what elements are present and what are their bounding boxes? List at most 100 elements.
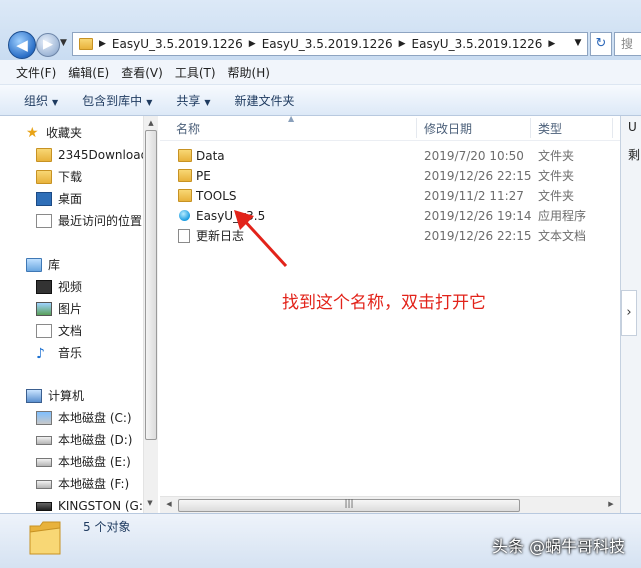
computer-icon [26,389,42,403]
menu-edit[interactable]: 编辑(E) [62,64,115,81]
column-divider[interactable] [530,118,531,138]
column-date[interactable]: 修改日期 [424,120,472,137]
library-icon [26,258,42,272]
nav-item-downloads[interactable]: 下载 [36,167,82,187]
nav-item-drive-g[interactable]: KINGSTON (G:) [36,496,143,513]
nav-item-desktop[interactable]: 桌面 [36,189,82,209]
organize-label: 组织 [24,93,49,108]
chevron-down-icon: ▼ [52,97,59,107]
table-row[interactable]: Data 2019/7/20 10:50 文件夹 [160,146,620,166]
back-button[interactable]: ◀ [8,31,36,59]
chevron-right-icon[interactable]: ▶ [399,39,406,49]
nav-label: 库 [48,258,61,272]
horizontal-scrollbar-thumb[interactable]: ||| [178,499,520,512]
nav-item-drive-c[interactable]: 本地磁盘 (C:) [36,408,132,428]
folder-icon [36,148,52,162]
star-icon: ★ [26,125,39,141]
nav-item-drive-e[interactable]: 本地磁盘 (E:) [36,452,131,472]
nav-item-music[interactable]: ♪ 音乐 [36,343,82,363]
nav-item-recent[interactable]: 最近访问的位置 [36,211,142,231]
menu-help[interactable]: 帮助(H) [222,64,276,81]
file-name: Data [196,149,225,163]
nav-scrollbar-thumb[interactable] [145,130,157,440]
share-button[interactable]: 共享 ▼ [164,92,222,109]
nav-label: 桌面 [58,192,83,206]
nav-label: 本地磁盘 (E:) [58,455,131,469]
menu-bar: 文件(F) 编辑(E) 查看(V) 工具(T) 帮助(H) [0,60,641,85]
nav-favorites[interactable]: ★ 收藏夹 [26,123,82,143]
scroll-right-icon[interactable]: ▶ [604,500,618,508]
details-subtext: 剩 [628,148,641,162]
file-type: 文件夹 [538,189,575,203]
nav-label: 图片 [58,302,83,316]
chevron-right-icon[interactable]: ▶ [99,39,106,49]
scroll-up-icon[interactable]: ▲ [144,119,158,127]
scroll-left-icon[interactable]: ◀ [162,500,176,508]
chevron-down-icon: ▼ [146,97,153,107]
breadcrumb-item[interactable]: EasyU_3.5.2019.1226 [412,37,543,51]
refresh-icon[interactable]: ↻ [590,32,612,56]
forward-button[interactable]: ▶ [36,33,60,57]
nav-item-pictures[interactable]: 图片 [36,299,82,319]
drive-icon [36,479,52,489]
chevron-right-icon[interactable]: ▶ [548,39,555,49]
sort-up-icon: ▲ [288,114,295,123]
nav-library[interactable]: 库 [26,255,60,275]
nav-label: 收藏夹 [46,126,83,140]
nav-item-downloads-2345[interactable]: 2345Downloads [36,145,143,165]
menu-view[interactable]: 查看(V) [115,64,169,81]
nav-item-videos[interactable]: 视频 [36,277,82,297]
breadcrumb-item[interactable]: EasyU_3.5.2019.1226 [262,37,393,51]
column-name[interactable]: 名称 [176,120,200,137]
nav-item-documents[interactable]: 文档 [36,321,82,341]
address-bar[interactable]: ▶ EasyU_3.5.2019.1226 ▶ EasyU_3.5.2019.1… [72,32,588,56]
folder-icon [178,169,192,182]
file-name: TOOLS [196,189,237,203]
pictures-icon [36,302,52,316]
include-library-button[interactable]: 包含到库中 ▼ [70,92,164,109]
annotation-text: 找到这个名称，双击打开它 [282,293,486,313]
folder-icon [178,189,192,202]
nav-label: 文档 [58,324,83,338]
nav-label: 本地磁盘 (F:) [58,477,130,491]
address-dropdown-icon[interactable]: ▼ [570,32,586,54]
nav-label: 计算机 [48,389,85,403]
nav-item-drive-d[interactable]: 本地磁盘 (D:) [36,430,132,450]
nav-label: 本地磁盘 (C:) [58,411,132,425]
navigation-pane: ★ 收藏夹 2345Downloads 下载 桌面 最近访问的位置 库 视频 图… [0,116,143,513]
file-type: 文本文档 [538,229,587,243]
nav-label: KINGSTON (G:) [58,499,143,513]
column-divider[interactable] [612,118,613,138]
organize-button[interactable]: 组织 ▼ [0,92,70,109]
chevron-right-icon[interactable]: › [621,290,637,336]
text-file-icon [178,229,190,243]
drive-icon [36,435,52,445]
column-divider[interactable] [416,118,417,138]
file-date: 2019/11/2 11:27 [424,189,524,203]
column-type[interactable]: 类型 [538,120,562,137]
file-date: 2019/12/26 22:15 [424,229,532,243]
nav-label: 最近访问的位置 [58,214,143,228]
command-bar: 组织 ▼ 包含到库中 ▼ 共享 ▼ 新建文件夹 [0,85,641,116]
table-row[interactable]: TOOLS 2019/11/2 11:27 文件夹 [160,186,620,206]
search-input[interactable]: 搜 [614,32,641,56]
file-date: 2019/7/20 10:50 [424,149,524,163]
table-row[interactable]: PE 2019/12/26 22:15 文件夹 [160,166,620,186]
new-folder-button[interactable]: 新建文件夹 [223,92,307,109]
menu-tools[interactable]: 工具(T) [169,64,222,81]
scroll-down-icon[interactable]: ▼ [143,499,157,507]
nav-computer[interactable]: 计算机 [26,386,84,406]
menu-file[interactable]: 文件(F) [0,64,62,81]
system-drive-icon [36,411,52,425]
breadcrumb-item[interactable]: EasyU_3.5.2019.1226 [112,37,243,51]
history-dropdown-icon[interactable]: ▼ [60,38,67,48]
file-type: 文件夹 [538,169,575,183]
nav-item-drive-f[interactable]: 本地磁盘 (F:) [36,474,129,494]
chevron-right-icon[interactable]: ▶ [249,39,256,49]
usb-drive-icon [36,501,52,511]
file-date: 2019/12/26 22:15 [424,169,532,183]
music-note-icon: ♪ [36,346,45,362]
app-icon [179,210,190,221]
nav-label: 音乐 [58,346,83,360]
folder-icon [79,38,93,50]
